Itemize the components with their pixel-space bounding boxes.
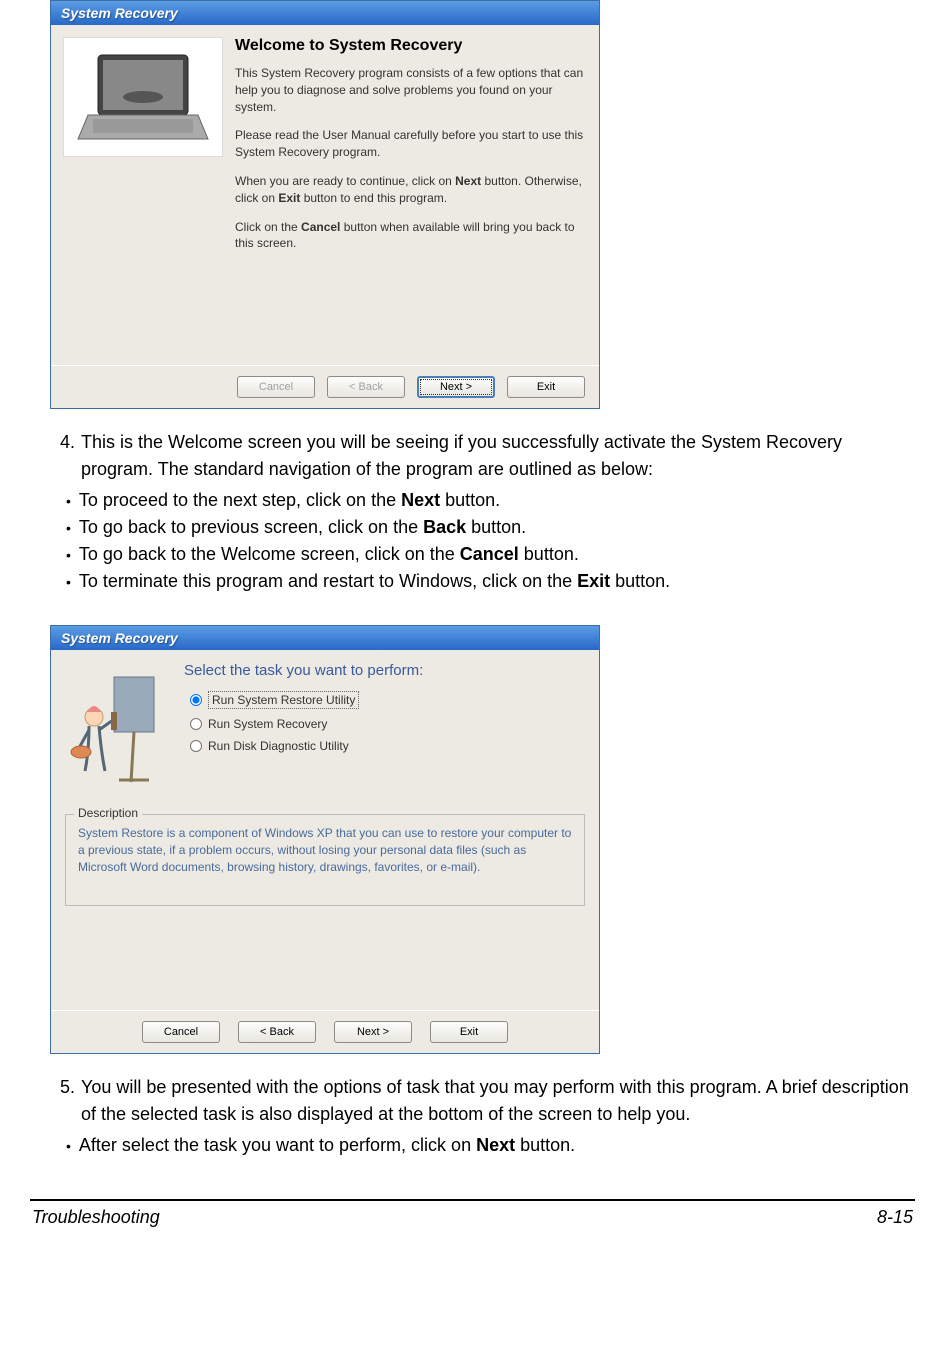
welcome-dialog: System Recovery Welcome to System Recove… <box>50 0 600 409</box>
next-button[interactable]: Next > <box>417 376 495 398</box>
step5-number: 5. <box>60 1074 75 1101</box>
step4-bullet: •To go back to previous screen, click on… <box>66 514 915 541</box>
welcome-para4: Click on the Cancel button when availabl… <box>235 219 587 253</box>
laptop-illustration <box>63 37 223 157</box>
step5-text: You will be presented with the options o… <box>81 1074 915 1128</box>
welcome-para1: This System Recovery program consists of… <box>235 65 587 115</box>
radio-input[interactable] <box>190 694 202 706</box>
task-dialog: System Recovery Select the task you want… <box>50 625 600 1054</box>
page-footer: Troubleshooting 8-15 <box>30 1199 915 1248</box>
task-option-2[interactable]: Run Disk Diagnostic Utility <box>190 739 591 753</box>
exit-button[interactable]: Exit <box>430 1021 508 1043</box>
task-option-1[interactable]: Run System Recovery <box>190 717 591 731</box>
back-button: < Back <box>327 376 405 398</box>
description-text: System Restore is a component of Windows… <box>78 825 572 875</box>
description-label: Description <box>74 806 142 820</box>
back-button[interactable]: < Back <box>238 1021 316 1043</box>
footer-section: Troubleshooting <box>32 1207 160 1228</box>
footer-page: 8-15 <box>877 1207 913 1228</box>
cancel-button: Cancel <box>237 376 315 398</box>
radio-input[interactable] <box>190 718 202 730</box>
step4-text: This is the Welcome screen you will be s… <box>81 429 915 483</box>
welcome-para3: When you are ready to continue, click on… <box>235 173 587 207</box>
dialog2-titlebar: System Recovery <box>51 626 599 650</box>
task-option-0[interactable]: Run System Restore Utility <box>190 691 591 709</box>
step4-bullet: •To proceed to the next step, click on t… <box>66 487 915 514</box>
next-button[interactable]: Next > <box>334 1021 412 1043</box>
dialog-titlebar: System Recovery <box>51 1 599 25</box>
step4-number: 4. <box>60 429 75 456</box>
welcome-heading: Welcome to System Recovery <box>235 37 587 55</box>
painter-illustration <box>59 662 169 802</box>
radio-label: Run System Recovery <box>208 717 327 731</box>
exit-button[interactable]: Exit <box>507 376 585 398</box>
radio-input[interactable] <box>190 740 202 752</box>
welcome-para2: Please read the User Manual carefully be… <box>235 127 587 161</box>
description-box: Description System Restore is a componen… <box>65 814 585 906</box>
radio-label: Run Disk Diagnostic Utility <box>208 739 349 753</box>
step-4: 4. This is the Welcome screen you will b… <box>60 429 915 595</box>
step4-bullet: •To terminate this program and restart t… <box>66 568 915 595</box>
radio-label: Run System Restore Utility <box>208 691 359 709</box>
step5-bullet: •After select the task you want to perfo… <box>66 1132 915 1159</box>
step4-bullet: •To go back to the Welcome screen, click… <box>66 541 915 568</box>
step-5: 5. You will be presented with the option… <box>60 1074 915 1159</box>
select-task-heading: Select the task you want to perform: <box>184 662 591 679</box>
cancel-button[interactable]: Cancel <box>142 1021 220 1043</box>
task-radio-group: Run System Restore Utility Run System Rec… <box>190 691 591 753</box>
